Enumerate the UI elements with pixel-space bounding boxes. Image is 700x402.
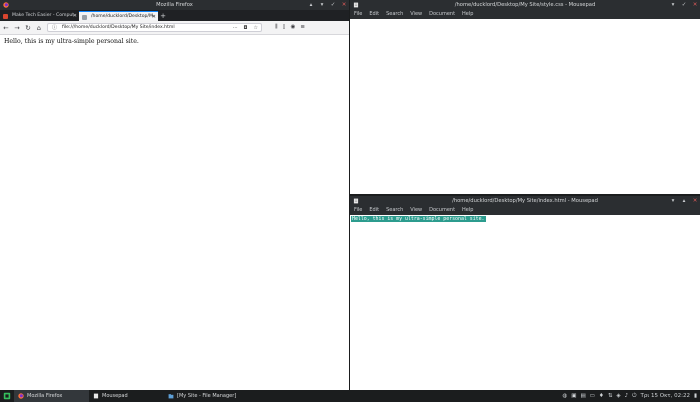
taskbar-label: [My Site - File Manager]: [177, 393, 237, 399]
firefox-icon: [3, 2, 9, 8]
menu-view[interactable]: View: [410, 206, 422, 215]
menu-document[interactable]: Document: [429, 206, 455, 215]
menubar: File Edit Search View Document Help: [350, 10, 700, 19]
menu-search[interactable]: Search: [386, 206, 403, 215]
page-actions-icon[interactable]: ···: [233, 24, 238, 32]
mousepad-icon: [353, 198, 359, 204]
menu-file[interactable]: File: [354, 206, 362, 215]
pocket-icon[interactable]: ◘: [244, 24, 248, 32]
mousepad-html-titlebar[interactable]: /home/ducklord/Desktop/My Site/index.htm…: [350, 196, 700, 206]
power-icon[interactable]: ⏻: [632, 393, 636, 400]
firefox-window-title: Mozilla Firefox: [156, 2, 193, 8]
url-bar[interactable]: ⓘ file:///home/ducklord/Desktop/My Site/…: [47, 23, 262, 32]
close-tab-icon[interactable]: ✕: [73, 11, 77, 21]
close-button[interactable]: ✕: [341, 0, 347, 10]
sidebar-icon[interactable]: ▯: [283, 24, 286, 31]
system-tray: ◍ ▣ ▤ ▭ ♦ ⇅ ◈ ♪ ⏻ Τρι 15 Οκτ, 02:22 ▮: [562, 393, 700, 400]
page-content: Hello, this is my ultra-simple personal …: [0, 35, 349, 48]
mousepad-icon: [353, 2, 359, 8]
text-editor-area[interactable]: [350, 19, 700, 194]
mousepad-css-titlebar[interactable]: /home/ducklord/Desktop/My Site/style.css…: [350, 0, 700, 10]
tab-label: /home/ducklord/Desktop/M: [91, 14, 153, 19]
taskbar-item-mousepad[interactable]: Mousepad: [89, 390, 164, 402]
start-menu-icon[interactable]: [3, 392, 11, 400]
maximize-button[interactable]: ✓: [681, 0, 687, 10]
mousepad-css-window: /home/ducklord/Desktop/My Site/style.css…: [350, 0, 700, 194]
firefox-icon: [18, 393, 24, 399]
close-tab-icon[interactable]: ✕: [152, 12, 156, 21]
url-text: file:///home/ducklord/Desktop/My Site/in…: [62, 25, 175, 30]
show-desktop-icon[interactable]: ▮: [694, 393, 697, 399]
clipboard-icon[interactable]: ▤: [580, 393, 585, 399]
reload-icon[interactable]: ↻: [25, 24, 31, 32]
menu-help[interactable]: Help: [462, 206, 473, 215]
new-tab-button[interactable]: +: [158, 11, 168, 21]
forward-icon[interactable]: →: [14, 24, 20, 32]
network-icon[interactable]: ⇅: [608, 393, 613, 399]
mousepad-icon: [93, 393, 99, 399]
tab-strip: Make Tech Easier - Comput ✕ /home/ducklo…: [0, 10, 349, 21]
navigation-toolbar: ← → ↻ ⌂ ⓘ file:///home/ducklord/Desktop/…: [0, 21, 349, 35]
menubar: File Edit Search View Document Help: [350, 206, 700, 215]
home-icon[interactable]: ⌂: [36, 24, 42, 32]
mousepad-html-window: /home/ducklord/Desktop/My Site/index.htm…: [350, 196, 700, 390]
firefox-titlebar[interactable]: Mozilla Firefox ▴ ▾ ✓ ✕: [0, 0, 349, 10]
menu-search[interactable]: Search: [386, 10, 403, 19]
tab-local-file[interactable]: /home/ducklord/Desktop/M ✕: [79, 11, 158, 21]
taskbar-item-firefox[interactable]: Mozilla Firefox: [14, 390, 89, 402]
folder-icon: [168, 394, 174, 399]
page-info-icon[interactable]: ⓘ: [52, 24, 57, 31]
clock[interactable]: Τρι 15 Οκτ, 02:22: [641, 393, 690, 399]
taskbar-label: Mozilla Firefox: [27, 393, 63, 399]
close-button[interactable]: ✕: [692, 0, 698, 10]
minimize-button[interactable]: ▾: [319, 0, 325, 10]
file-favicon-icon: [82, 14, 87, 20]
mte-favicon-icon: [3, 13, 8, 19]
bookmark-star-icon[interactable]: ☆: [254, 24, 258, 32]
menu-edit[interactable]: Edit: [369, 206, 379, 215]
tab-label: Make Tech Easier - Comput: [12, 13, 75, 18]
firefox-window: Mozilla Firefox ▴ ▾ ✓ ✕ Make Tech Easier…: [0, 0, 349, 390]
back-icon[interactable]: ←: [3, 24, 9, 32]
menu-help[interactable]: Help: [462, 10, 473, 19]
tab-make-tech-easier[interactable]: Make Tech Easier - Comput ✕: [0, 11, 79, 21]
volume-icon[interactable]: ♪: [625, 393, 629, 399]
text-editor-area[interactable]: Hello, this is my ultra-simple personal …: [350, 215, 700, 390]
page-text: Hello, this is my ultra-simple personal …: [4, 38, 139, 45]
window-title: /home/ducklord/Desktop/My Site/style.css…: [454, 2, 596, 8]
menu-document[interactable]: Document: [429, 10, 455, 19]
window-title: /home/ducklord/Desktop/My Site/index.htm…: [452, 198, 598, 204]
minimize-button[interactable]: ▾: [670, 0, 676, 10]
account-icon[interactable]: ◉: [291, 24, 296, 31]
taskbar-item-file-manager[interactable]: [My Site - File Manager]: [164, 390, 254, 402]
battery-icon[interactable]: ▭: [590, 393, 595, 399]
selected-text[interactable]: Hello, this is my ultra-simple personal …: [351, 216, 486, 222]
taskbar-label: Mousepad: [102, 393, 128, 399]
maximize-button[interactable]: ▴: [681, 196, 687, 206]
menu-file[interactable]: File: [354, 10, 362, 19]
minimize-button[interactable]: ▾: [670, 196, 676, 206]
keep-above-button[interactable]: ▴: [308, 0, 314, 10]
menu-view[interactable]: View: [410, 10, 422, 19]
close-button[interactable]: ✕: [692, 196, 698, 206]
notification-icon[interactable]: ♦: [599, 393, 604, 399]
menu-edit[interactable]: Edit: [369, 10, 379, 19]
color-picker-icon[interactable]: ◍: [562, 393, 567, 399]
update-shield-icon[interactable]: ◈: [616, 393, 620, 399]
library-icon[interactable]: ⫼: [275, 24, 278, 31]
taskbar: Mozilla Firefox Mousepad [My Site - File…: [0, 390, 700, 402]
screenshot-icon[interactable]: ▣: [571, 393, 576, 399]
maximize-button[interactable]: ✓: [330, 0, 336, 10]
menu-icon[interactable]: ≡: [300, 24, 305, 31]
